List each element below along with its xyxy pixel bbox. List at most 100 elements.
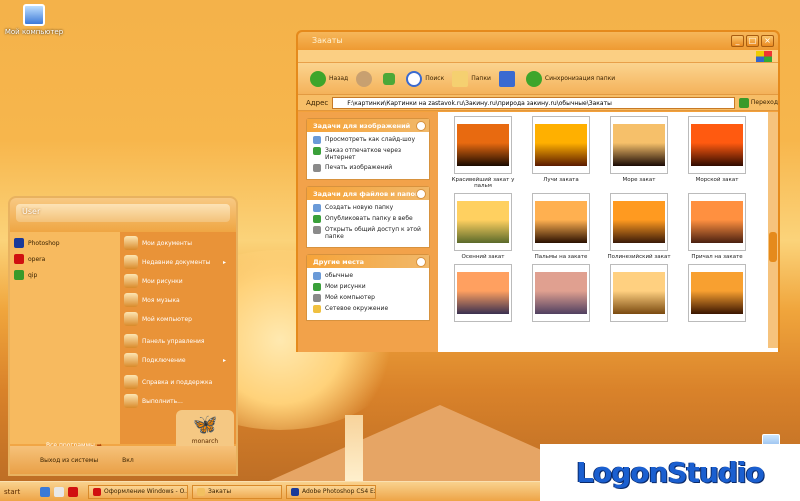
- thumbnail-item[interactable]: [678, 264, 756, 325]
- thumbnail-item[interactable]: Море закат: [600, 116, 678, 189]
- forward-button[interactable]: [356, 70, 375, 87]
- pinned-program[interactable]: Photoshop: [14, 238, 116, 248]
- shutdown-button[interactable]: Вкл: [122, 457, 134, 464]
- start-menu-item[interactable]: Моя музыка: [124, 293, 232, 307]
- logonstudio-watermark: LogonStudio: [540, 444, 800, 501]
- taskbar-button[interactable]: Оформление Windows - O...: [88, 484, 188, 499]
- thumbnail-item[interactable]: Красивейший закат у пальм: [444, 116, 522, 189]
- task-item[interactable]: обычные: [313, 272, 423, 280]
- folders-button[interactable]: Папки: [452, 70, 491, 87]
- sync-button[interactable]: Синхронизация папки: [525, 70, 615, 87]
- taskbar-button[interactable]: Закаты: [192, 484, 282, 499]
- task-label: Заказ отпечатков через Интернет: [325, 147, 402, 161]
- menu-item-icon: [124, 236, 138, 250]
- sync-icon: [525, 70, 542, 87]
- thumbnail-item[interactable]: [600, 264, 678, 325]
- task-item[interactable]: Заказ отпечатков через Интернет: [313, 147, 423, 161]
- vertical-scrollbar[interactable]: [768, 112, 778, 348]
- task-icon: [313, 204, 321, 212]
- thumbnail-label: Море закат: [622, 177, 656, 183]
- address-bar: Адрес F:\картинки\Картинки на zastavok.r…: [298, 95, 778, 111]
- task-icon: [313, 283, 321, 291]
- quicklaunch-opera-icon[interactable]: [68, 486, 78, 497]
- submenu-arrow-icon: ▸: [222, 258, 226, 266]
- thumbnail-image: [613, 272, 665, 314]
- task-item[interactable]: Создать новую папку: [313, 204, 423, 212]
- task-item[interactable]: Открыть общий доступ к этой папке: [313, 226, 423, 240]
- thumbnail-frame: [610, 116, 668, 174]
- start-menu-item[interactable]: Мой компьютер: [124, 312, 232, 326]
- thumbnail-item[interactable]: Морской закат: [678, 116, 756, 189]
- start-menu-item[interactable]: Панель управления: [124, 334, 232, 348]
- task-item[interactable]: Мои рисунки: [313, 283, 423, 291]
- thumbnail-frame: [454, 116, 512, 174]
- menu-item-label: Панель управления: [142, 337, 205, 345]
- maximize-button[interactable]: □: [746, 35, 759, 47]
- pinned-program[interactable]: qip: [14, 270, 116, 280]
- start-button[interactable]: start: [0, 483, 40, 501]
- user-header: User: [10, 198, 236, 232]
- address-input[interactable]: F:\картинки\Картинки на zastavok.ru\Заки…: [332, 96, 735, 109]
- thumbnail-item[interactable]: [522, 264, 600, 325]
- task-item[interactable]: Мой компьютер: [313, 294, 423, 302]
- taskbar-button[interactable]: Adobe Photoshop CS4 Ext...: [286, 484, 376, 499]
- thumbnail-item[interactable]: [444, 264, 522, 325]
- panel-header[interactable]: Задачи для изображений: [307, 119, 429, 132]
- scrollbar-thumb[interactable]: [769, 232, 777, 262]
- task-label: Просмотреть как слайд-шоу: [325, 136, 415, 143]
- thumbnail-image: [613, 124, 665, 166]
- back-button[interactable]: Назад: [310, 70, 348, 87]
- menu-item-label: Недавние документы: [142, 258, 211, 266]
- task-item[interactable]: Печать изображений: [313, 164, 423, 172]
- desktop-icon-label: Мой компьютер: [4, 28, 64, 36]
- search-icon: [406, 70, 423, 87]
- go-button[interactable]: Переход: [738, 97, 778, 108]
- start-menu-item[interactable]: Подключение ▸: [124, 353, 232, 367]
- task-item[interactable]: Сетевое окружение: [313, 305, 423, 313]
- program-icon: [14, 238, 24, 248]
- start-menu-item[interactable]: Выполнить...: [124, 394, 232, 408]
- taskbar-button-label: Adobe Photoshop CS4 Ext...: [302, 488, 375, 495]
- taskbar-app-icon: [291, 487, 299, 496]
- taskbar-button-label: Закаты: [208, 488, 232, 495]
- thumbnail-item[interactable]: Пальмы на закате: [522, 193, 600, 260]
- panel-header[interactable]: Другие места: [307, 255, 429, 268]
- task-item[interactable]: Опубликовать папку в вебе: [313, 215, 423, 223]
- menu-item-icon: [124, 375, 138, 389]
- thumbnail-image: [457, 124, 509, 166]
- back-arrow-icon: [310, 70, 326, 87]
- thumbnail-frame: [610, 193, 668, 251]
- thumbnail-item[interactable]: Причал на закате: [678, 193, 756, 260]
- computer-icon: [23, 4, 45, 26]
- desktop-icon-my-computer[interactable]: Мой компьютер: [4, 4, 64, 36]
- logoff-button[interactable]: Выход из системы: [40, 457, 98, 464]
- quicklaunch-desktop-icon[interactable]: [54, 486, 64, 497]
- program-icon: [14, 270, 24, 280]
- thumbnail-item[interactable]: Лучи заката: [522, 116, 600, 189]
- start-menu-item[interactable]: Справка и поддержка: [124, 375, 232, 389]
- menu-item-icon: [124, 293, 138, 307]
- task-label: Открыть общий доступ к этой папке: [325, 226, 421, 240]
- menu-item-label: Моя музыка: [142, 296, 180, 304]
- views-button[interactable]: [498, 70, 518, 87]
- start-menu-item[interactable]: Недавние документы ▸: [124, 255, 232, 269]
- explorer-window: Закаты _ □ × Назад Поиск Папки Синхрониз…: [296, 30, 780, 352]
- thumbnail-label: Красивейший закат у пальм: [451, 177, 515, 189]
- task-label: Мои рисунки: [325, 283, 366, 290]
- thumbnail-item[interactable]: Осенний закат: [444, 193, 522, 260]
- file-view: Красивейший закат у пальм Лучи заката Море…: [438, 112, 778, 352]
- quicklaunch-ie-icon[interactable]: [40, 486, 50, 497]
- close-button[interactable]: ×: [761, 35, 774, 47]
- panel-header[interactable]: Задачи для файлов и папок: [307, 187, 429, 200]
- taskbar-button-label: Оформление Windows - O...: [104, 488, 188, 495]
- pinned-program[interactable]: opera: [14, 254, 116, 264]
- task-item[interactable]: Просмотреть как слайд-шоу: [313, 136, 423, 144]
- task-icon: [313, 147, 321, 155]
- thumbnail-item[interactable]: Полинезийский закат: [600, 193, 678, 260]
- window-titlebar[interactable]: Закаты _ □ ×: [298, 32, 778, 50]
- search-button[interactable]: Поиск: [406, 70, 444, 87]
- minimize-button[interactable]: _: [731, 35, 744, 47]
- start-menu-item[interactable]: Мои рисунки: [124, 274, 232, 288]
- up-button[interactable]: [383, 72, 398, 85]
- start-menu-item[interactable]: Мои документы: [124, 236, 232, 250]
